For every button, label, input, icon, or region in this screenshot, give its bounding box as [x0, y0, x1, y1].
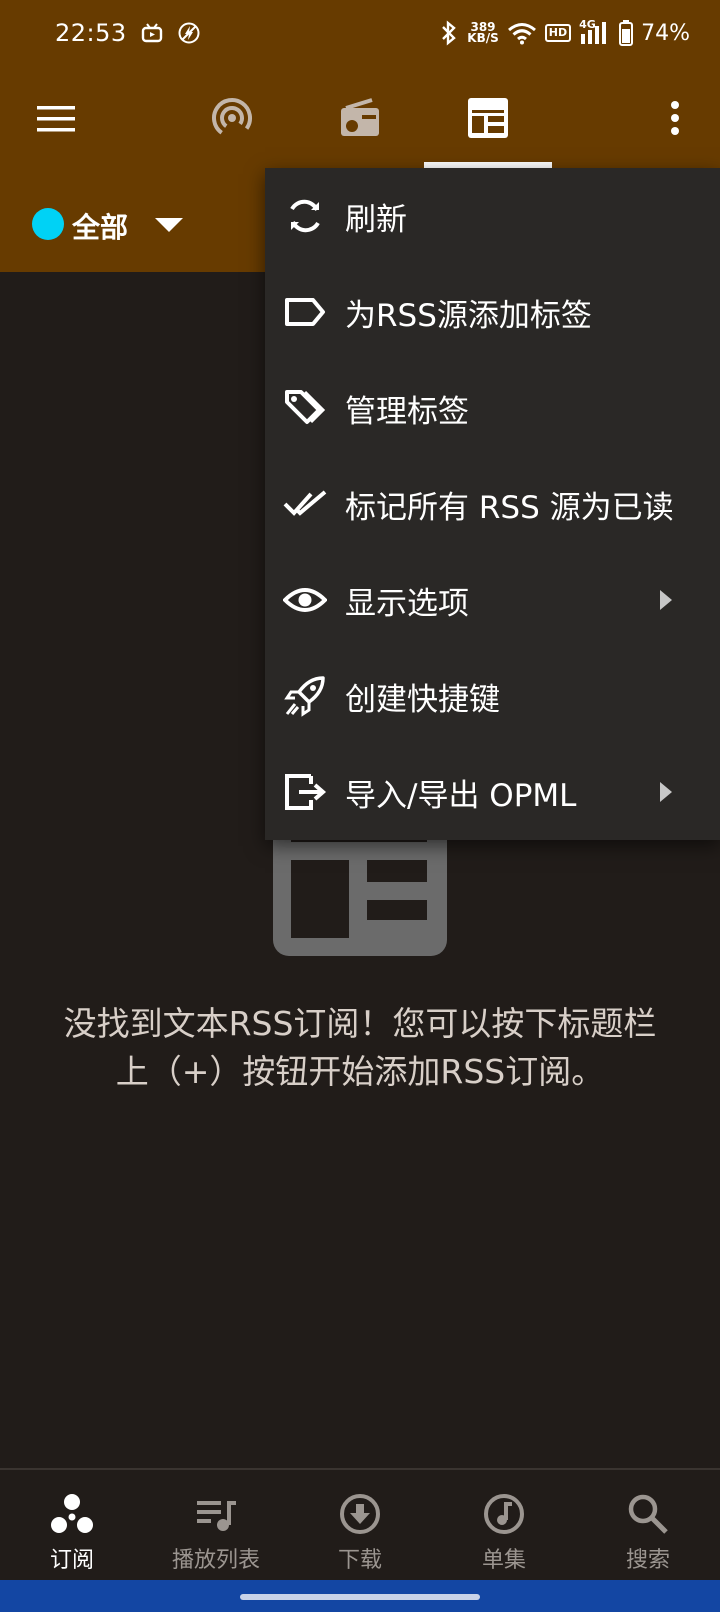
menu-item-create-shortcut[interactable]: 创建快捷键 [265, 648, 720, 744]
submenu-arrow-icon [660, 782, 672, 802]
nav-item-download[interactable]: 下载 [288, 1470, 432, 1582]
download-icon [340, 1494, 380, 1534]
menu-item-manage-tags[interactable]: 管理标签 [265, 360, 720, 456]
battery-percent: 74% [641, 20, 690, 46]
podcast-icon[interactable] [210, 96, 254, 140]
eye-icon [283, 588, 327, 612]
nav-item-playlist[interactable]: 播放列表 [144, 1470, 288, 1582]
nav-label: 下载 [337, 1548, 382, 1573]
signal-icon [581, 22, 607, 44]
filter-color-dot[interactable] [32, 208, 64, 240]
dropdown-caret-icon[interactable] [155, 218, 183, 232]
no-charging-icon [178, 22, 200, 44]
hamburger-menu-icon[interactable] [37, 105, 75, 133]
menu-item-label: 刷新 [345, 201, 407, 238]
menu-item-add-tag[interactable]: 为RSS源添加标签 [265, 264, 720, 360]
hd-badge: HD [544, 24, 572, 42]
nav-label: 搜索 [625, 1548, 670, 1573]
overflow-dropdown-menu: 刷新 为RSS源添加标签 管理标签 标记所有 RSS 源为已读 显示选项 创建快… [265, 168, 720, 840]
net-speed: 389 KB/S [467, 21, 499, 45]
status-bar: 22:53 389 KB/S HD 4G 74% [0, 0, 720, 66]
episode-icon [484, 1494, 524, 1534]
nav-label: 订阅 [49, 1548, 94, 1573]
gesture-handle[interactable] [240, 1594, 480, 1600]
bluetooth-icon [442, 20, 457, 46]
menu-item-display-options[interactable]: 显示选项 [265, 552, 720, 648]
double-check-icon [283, 490, 327, 516]
nav-item-search[interactable]: 搜索 [576, 1470, 720, 1582]
refresh-icon [290, 199, 320, 233]
nav-item-episodes[interactable]: 单集 [432, 1470, 576, 1582]
export-icon [285, 774, 327, 810]
status-left: 22:53 [55, 19, 201, 47]
filter-label[interactable]: 全部 [72, 206, 128, 246]
nav-label: 单集 [481, 1548, 526, 1573]
bottom-navigation: 订阅 播放列表 下载 单集 搜索 [0, 1468, 720, 1580]
empty-message-line2: 上（+）按钮开始添加RSS订阅。 [115, 1052, 605, 1091]
battery-icon [619, 20, 634, 46]
search-icon [628, 1494, 668, 1534]
menu-item-import-export-opml[interactable]: 导入/导出 OPML [265, 744, 720, 840]
menu-item-label: 显示选项 [345, 585, 469, 622]
submenu-arrow-icon [660, 590, 672, 610]
tv-app-icon [141, 23, 162, 43]
status-time: 22:53 [55, 19, 127, 47]
tags-icon [285, 390, 326, 424]
subscriptions-icon [51, 1494, 93, 1533]
net-speed-unit: KB/S [467, 31, 499, 45]
menu-item-label: 导入/导出 OPML [345, 777, 577, 814]
nav-item-subscriptions[interactable]: 订阅 [0, 1470, 144, 1582]
overflow-menu-icon[interactable] [665, 100, 685, 136]
rss-feed-icon[interactable] [466, 96, 510, 140]
radio-icon[interactable] [338, 96, 382, 140]
app-bar [0, 66, 720, 168]
menu-item-refresh[interactable]: 刷新 [265, 168, 720, 264]
nav-label: 播放列表 [171, 1548, 260, 1573]
wifi-icon [507, 23, 536, 45]
gesture-bar [0, 1580, 720, 1612]
empty-message-line1: 没找到文本RSS订阅！您可以按下标题栏 [63, 1004, 657, 1043]
menu-item-mark-all-read[interactable]: 标记所有 RSS 源为已读 [265, 456, 720, 552]
rocket-icon [284, 676, 325, 717]
menu-item-label: 管理标签 [345, 393, 469, 430]
menu-item-label: 标记所有 RSS 源为已读 [345, 489, 674, 526]
playlist-icon [197, 1501, 236, 1531]
empty-message: 没找到文本RSS订阅！您可以按下标题栏 上（+）按钮开始添加RSS订阅。 [30, 1000, 690, 1096]
status-right: 389 KB/S HD 4G 74% [439, 18, 690, 46]
menu-item-label: 创建快捷键 [345, 681, 500, 718]
menu-item-label: 为RSS源添加标签 [345, 297, 592, 334]
tag-icon [285, 298, 325, 326]
cell-signal: 4G [579, 18, 611, 46]
